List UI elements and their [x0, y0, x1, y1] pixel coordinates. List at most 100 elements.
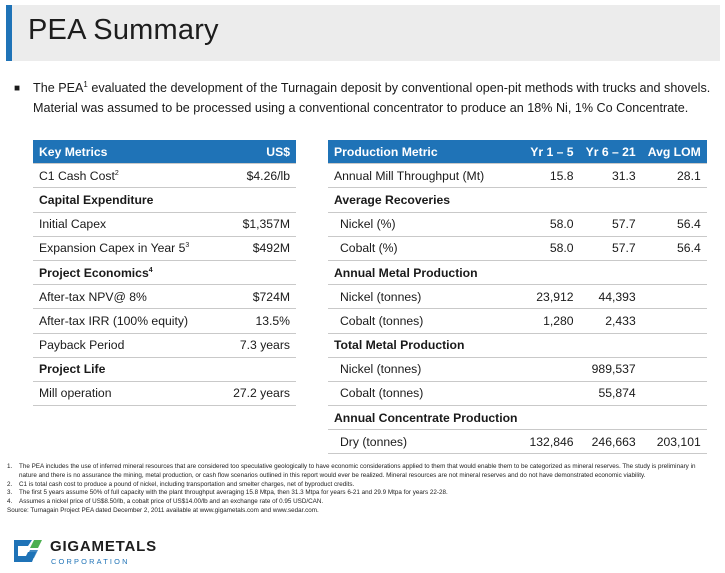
title-accent-bar	[6, 5, 12, 61]
yr1-5-header: Yr 1 – 5	[523, 140, 580, 165]
metric-value: $1,357M	[217, 212, 296, 237]
production-value: 56.4	[641, 236, 707, 261]
metric-label-text: Initial Capex	[39, 217, 107, 232]
production-label: Nickel (tonnes)	[328, 357, 524, 382]
metric-label: Project Life	[33, 357, 218, 382]
footnote-ref: 4	[148, 266, 153, 274]
production-value: 15.8	[523, 163, 580, 189]
production-value	[579, 187, 642, 213]
production-label: Dry (tonnes)	[328, 429, 524, 455]
footnote-text: C1 is total cash cost to produce a pound…	[19, 480, 355, 488]
production-value: 132,846	[523, 429, 580, 455]
footnotes: 1. The PEA includes the use of inferred m…	[7, 463, 713, 516]
table-row: Cobalt (tonnes) 55,874	[328, 381, 707, 407]
metric-label: After-tax NPV@ 8%	[33, 284, 218, 310]
table-row: Project Life	[33, 357, 296, 382]
footnote-item: 2. C1 is total cash cost to produce a pou…	[7, 481, 713, 490]
footnote-item: 1. The PEA includes the use of inferred m…	[7, 463, 713, 481]
total-value: 989,537	[523, 357, 642, 382]
footnote-ref: 3	[185, 242, 190, 250]
footnote-text: Assumes a nickel price of US$8.50/lb, a …	[19, 498, 324, 506]
intro-paragraph: The PEA1 evaluated the development of th…	[33, 78, 713, 118]
metric-value: 13.5%	[217, 308, 296, 334]
yr6-21-header: Yr 6 – 21	[579, 140, 642, 165]
metric-value	[217, 357, 296, 382]
production-value	[579, 333, 642, 358]
production-label: Cobalt (tonnes)	[328, 308, 524, 334]
production-value	[641, 333, 707, 358]
production-label: Cobalt (tonnes)	[328, 381, 524, 407]
production-value	[641, 284, 707, 310]
table-row: Nickel (tonnes) 989,537	[328, 357, 707, 382]
production-value	[523, 333, 580, 358]
title-bar: PEA Summary	[6, 5, 720, 61]
production-value	[641, 187, 707, 213]
table-row: Mill operation 27.2 years	[33, 381, 296, 407]
table-row: After-tax IRR (100% equity) 13.5%	[33, 308, 296, 334]
table-row: Annual Mill Throughput (Mt) 15.8 31.3 28.1	[328, 163, 707, 189]
table-row: Project Economics4	[33, 260, 296, 286]
footnote-item: 3. The first 5 years assume 50% of full c…	[7, 489, 713, 498]
metric-label: C1 Cash Cost2	[33, 163, 218, 189]
gigametals-logo: GIGAMETALS CORPORATION	[10, 536, 170, 568]
page-title: PEA Summary	[28, 14, 219, 46]
metric-label: Capital Expenditure	[33, 187, 218, 213]
metric-value: $492M	[217, 236, 296, 261]
production-label: Nickel (%)	[328, 212, 524, 237]
source-note: Source: Turnagain Project PEA dated Dece…	[7, 506, 319, 514]
bullet-square-icon: ■	[14, 83, 21, 94]
table-row: Payback Period 7.3 years	[33, 333, 296, 358]
production-value: 57.7	[579, 236, 642, 261]
metric-label: Mill operation	[33, 381, 218, 407]
metric-label-text: After-tax IRR (100% equity)	[39, 313, 189, 328]
production-value: 23,912	[523, 284, 580, 310]
usd-header: US$	[217, 140, 296, 165]
table-row: After-tax NPV@ 8% $724M	[33, 284, 296, 310]
logo-wordmark: GIGAMETALS	[50, 538, 157, 555]
metric-value: $724M	[217, 284, 296, 310]
production-value: 28.1	[641, 163, 707, 189]
metric-label: Initial Capex	[33, 212, 218, 237]
production-value: 58.0	[523, 212, 580, 237]
production-value	[523, 187, 580, 213]
metric-label: After-tax IRR (100% equity)	[33, 308, 218, 334]
metric-value	[217, 187, 296, 213]
footnote-number: 4.	[7, 498, 13, 506]
table-row: Nickel (tonnes) 23,912 44,393	[328, 284, 707, 310]
production-label: Annual Metal Production	[328, 260, 524, 286]
key-metrics-header: Key Metrics	[33, 140, 218, 165]
footnote-text: The first 5 years assume 50% of full cap…	[19, 489, 448, 497]
key-metrics-table: Key Metrics US$ C1 Cash Cost2 $4.26/lb Cap…	[33, 140, 296, 407]
table-row: Annual Concentrate Production	[328, 405, 707, 431]
table-row: Capital Expenditure	[33, 187, 296, 213]
production-value: 57.7	[579, 212, 642, 237]
footnote-item: 4. Assumes a nickel price of US$8.50/lb, …	[7, 498, 713, 507]
footnote-ref: 2	[114, 169, 119, 177]
metric-label-text: Project Life	[39, 362, 106, 377]
production-value	[523, 405, 580, 431]
production-value	[579, 260, 642, 286]
table-row: Average Recoveries	[328, 187, 707, 213]
footnote-text: The PEA includes the use of inferred min…	[19, 463, 696, 479]
metric-label-text: Capital Expenditure	[39, 192, 154, 207]
production-label: Cobalt (%)	[328, 236, 524, 261]
production-metrics-table: Production Metric Yr 1 – 5 Yr 6 – 21 Avg…	[328, 140, 707, 455]
metric-label-text: Payback Period	[39, 338, 125, 353]
production-value: 1,280	[523, 308, 580, 334]
logo-subtitle: CORPORATION	[51, 557, 130, 566]
metric-label: Project Economics4	[33, 260, 218, 286]
production-value: 44,393	[579, 284, 642, 310]
metric-label-text: Project Economics	[39, 265, 149, 280]
table-row: Dry (tonnes) 132,846 246,663 203,101	[328, 429, 707, 455]
metric-label: Expansion Capex in Year 53	[33, 236, 218, 261]
intro-text-start: The PEA	[33, 81, 84, 95]
production-label: Annual Mill Throughput (Mt)	[328, 163, 524, 189]
total-value: 55,874	[523, 381, 642, 407]
metric-label-text: C1 Cash Cost	[39, 168, 115, 183]
production-value	[641, 308, 707, 334]
table-row: Expansion Capex in Year 53 $492M	[33, 236, 296, 261]
empty-cell	[641, 357, 707, 382]
avg-lom-header: Avg LOM	[641, 140, 707, 165]
production-value: 203,101	[641, 429, 707, 455]
footnote-number: 1.	[7, 463, 13, 470]
